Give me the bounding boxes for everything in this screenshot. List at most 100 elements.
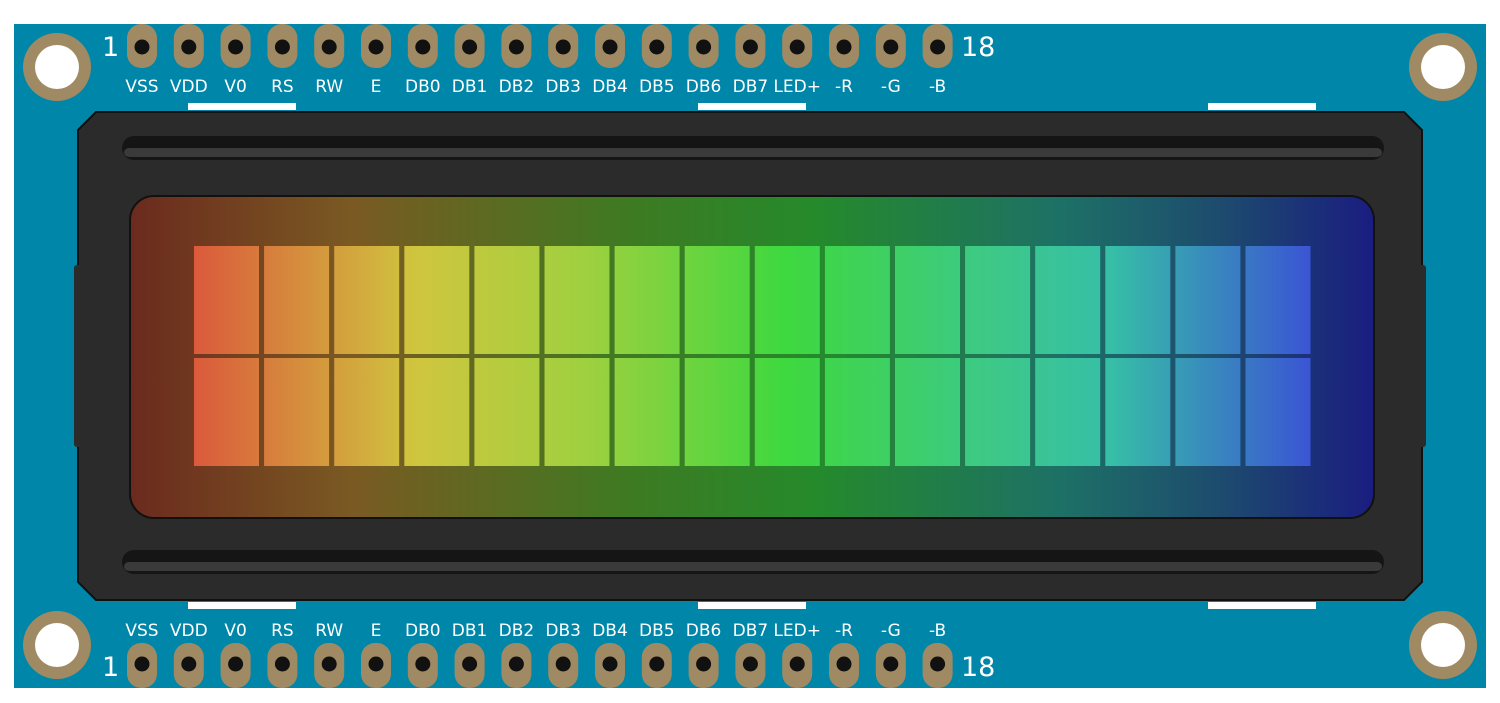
bottom-pin-hole-17 — [883, 656, 899, 672]
top-pin-label-9: DB2 — [499, 77, 535, 97]
lcd-cell-r2-c14 — [1105, 358, 1171, 466]
bottom-pin-hole-7 — [415, 656, 431, 672]
bottom-pin-hole-4 — [274, 656, 290, 672]
lcd-cell-r2-c16 — [1245, 358, 1311, 466]
lcd-cell-r1-c3 — [334, 246, 400, 354]
top-pin-hole-6 — [368, 39, 384, 55]
top-pin-hole-3 — [228, 39, 244, 55]
top-pin-hole-13 — [696, 39, 712, 55]
lcd-cell-r2-c9 — [754, 358, 820, 466]
lcd-cell-r2-c5 — [474, 358, 540, 466]
lcd-cell-r1-c1 — [194, 246, 259, 354]
lcd-cell-r1-c5 — [474, 246, 540, 354]
bottom-pin-hole-18 — [930, 656, 946, 672]
top-pin-label-4: RS — [271, 77, 294, 97]
bottom-pin-label-8: DB1 — [452, 621, 488, 641]
lcd-cell-r2-c1 — [194, 358, 259, 466]
lcd-cell-r1-c7 — [614, 246, 680, 354]
lcd-cell-r2-c11 — [895, 358, 960, 466]
lcd-cell-r2-c3 — [334, 358, 400, 466]
top-pin-label-6: E — [371, 77, 382, 97]
top-pin-hole-8 — [462, 39, 478, 55]
bottom-pin-label-18: -B — [929, 621, 946, 641]
lcd-cell-r1-c14 — [1105, 246, 1171, 354]
lcd-cell-r2-c7 — [614, 358, 680, 466]
top-pin-last-number: 18 — [961, 32, 995, 63]
bottom-pin-label-17: -G — [881, 621, 901, 641]
bottom-pin-label-5: RW — [315, 621, 343, 641]
bottom-pin-hole-14 — [742, 656, 758, 672]
top-pin-first-number: 1 — [102, 32, 119, 63]
top-pin-label-15: LED+ — [773, 77, 821, 97]
lcd-cell-r1-c4 — [404, 246, 470, 354]
bottom-pin-hole-15 — [789, 656, 805, 672]
top-pin-hole-17 — [883, 39, 899, 55]
bottom-pin-label-3: V0 — [224, 621, 246, 641]
bottom-pin-first-number: 1 — [102, 652, 119, 683]
top-pin-label-1: VSS — [125, 77, 158, 97]
bottom-pin-label-10: DB3 — [545, 621, 581, 641]
top-pin-hole-15 — [789, 39, 805, 55]
top-pin-hole-14 — [742, 39, 758, 55]
lcd-board-diagram: VSS VDD V0 RS RW E DB0 DB1 DB2 DB3 DB4 DB5 DB6 DB7 LED… — [14, 24, 1486, 688]
top-pin-label-11: DB4 — [592, 77, 628, 97]
bottom-pin-hole-6 — [368, 656, 384, 672]
lcd-cell-r1-c9 — [754, 246, 820, 354]
lcd-cell-r2-c4 — [404, 358, 470, 466]
top-pin-label-17: -G — [881, 77, 901, 97]
lcd-cell-r2-c13 — [1035, 358, 1101, 466]
bottom-pin-hole-3 — [228, 656, 244, 672]
bottom-pin-label-14: DB7 — [733, 621, 769, 641]
top-pin-label-10: DB3 — [545, 77, 581, 97]
lcd-cell-r2-c10 — [824, 358, 890, 466]
top-pin-label-2: VDD — [170, 77, 208, 97]
lcd-cell-r2-c2 — [264, 358, 330, 466]
bottom-pin-hole-9 — [508, 656, 524, 672]
lcd-cell-r1-c10 — [824, 246, 890, 354]
bottom-pin-hole-1 — [134, 656, 150, 672]
bottom-pin-label-1: VSS — [125, 621, 158, 641]
mounting-hole-bottom-left — [23, 611, 91, 679]
top-pin-label-14: DB7 — [733, 77, 769, 97]
bottom-pin-label-6: E — [371, 621, 382, 641]
top-pin-label-8: DB1 — [452, 77, 488, 97]
mounting-hole-top-left — [23, 33, 91, 101]
bottom-pin-hole-16 — [836, 656, 852, 672]
bottom-pin-label-13: DB6 — [686, 621, 722, 641]
top-pin-label-13: DB6 — [686, 77, 722, 97]
top-pin-hole-1 — [134, 39, 150, 55]
lcd-cell-r1-c15 — [1175, 246, 1241, 354]
bottom-pin-hole-12 — [649, 656, 665, 672]
bottom-pin-label-4: RS — [271, 621, 294, 641]
bottom-pin-label-9: DB2 — [499, 621, 535, 641]
bottom-pin-hole-11 — [602, 656, 618, 672]
lcd-cell-r1-c13 — [1035, 246, 1101, 354]
bottom-pin-hole-8 — [462, 656, 478, 672]
top-pin-hole-11 — [602, 39, 618, 55]
top-pin-hole-2 — [181, 39, 197, 55]
top-pin-hole-18 — [930, 39, 946, 55]
mounting-hole-top-right — [1409, 33, 1477, 101]
bottom-pin-label-12: DB5 — [639, 621, 675, 641]
bottom-pin-label-15: LED+ — [773, 621, 821, 641]
bottom-pin-hole-10 — [555, 656, 571, 672]
lcd-cell-r2-c15 — [1175, 358, 1241, 466]
bottom-pin-label-7: DB0 — [405, 621, 441, 641]
top-pin-label-16: -R — [835, 77, 853, 97]
top-pin-label-3: V0 — [224, 77, 246, 97]
top-pin-hole-12 — [649, 39, 665, 55]
lcd-window-backlight — [129, 195, 1375, 519]
lcd-cell-r1-c16 — [1245, 246, 1311, 354]
top-pin-label-12: DB5 — [639, 77, 675, 97]
lcd-cell-r2-c12 — [965, 358, 1031, 466]
lcd-cell-r1-c12 — [965, 246, 1031, 354]
top-pin-hole-9 — [508, 39, 524, 55]
bottom-pin-hole-5 — [321, 656, 337, 672]
top-pin-label-7: DB0 — [405, 77, 441, 97]
lcd-cell-r1-c6 — [544, 246, 610, 354]
top-pin-hole-5 — [321, 39, 337, 55]
lcd-cell-r1-c2 — [264, 246, 330, 354]
top-pin-label-18: -B — [929, 77, 946, 97]
lcd-cell-r1-c8 — [684, 246, 750, 354]
lcd-cell-r1-c11 — [895, 246, 960, 354]
